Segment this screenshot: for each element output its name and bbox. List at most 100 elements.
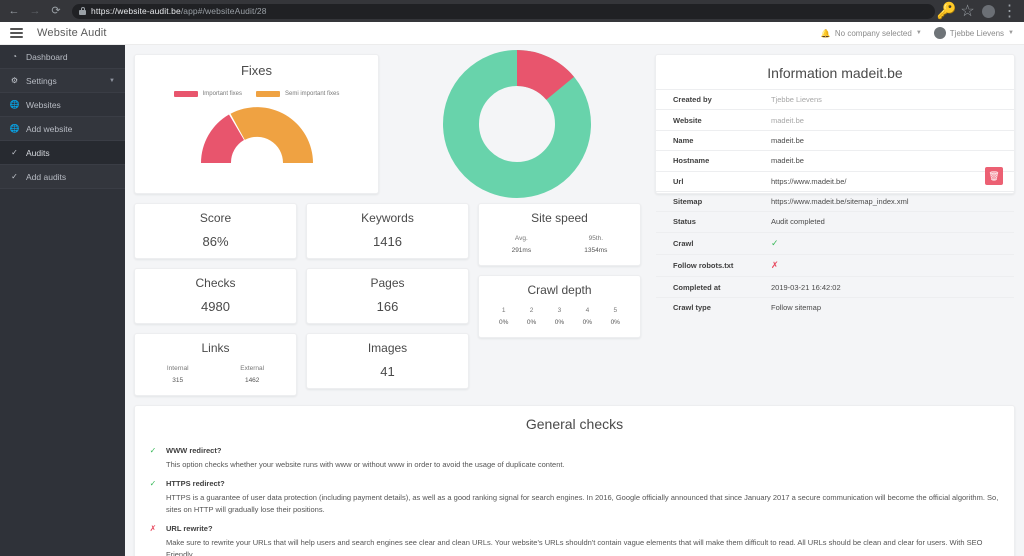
crawl-depth-level: 4 0%	[583, 307, 592, 326]
row-value: Audit completed	[771, 217, 825, 227]
check-item-https-redirect: ✓ HTTPS redirect? HTTPS is a guarantee o…	[149, 479, 1000, 516]
sidebar-item-add-audits[interactable]: ✓ Add audits	[0, 165, 125, 189]
score-value: 86%	[202, 234, 229, 249]
row-key: Status	[673, 217, 696, 227]
back-arrow-icon[interactable]: ←	[6, 3, 22, 19]
legend-item-important: Important fixes	[173, 91, 242, 97]
row-value: 2019-03-21 16:42:02	[771, 282, 841, 292]
general-checks-card: General checks ✓ WWW redirect? This opti…	[134, 405, 1015, 556]
row-value: ✓	[771, 232, 1014, 254]
top-row: Fixes Important fixes Semi important fix…	[134, 50, 1015, 312]
key-icon[interactable]: 🔑	[937, 3, 957, 20]
browser-actions: 🔑 ☆ ⋮	[937, 3, 1018, 20]
table-row: Created by Tjebbe Lievens	[656, 89, 1014, 110]
site-speed-p95-label: 95th.	[588, 235, 604, 242]
row-value[interactable]: https://www.madeit.be/sitemap_index.xml	[771, 191, 1014, 211]
row-value: madeit.be	[771, 156, 804, 166]
images-label: Images	[367, 341, 408, 355]
forward-arrow-icon[interactable]: →	[27, 3, 43, 19]
row-value[interactable]: https://www.madeit.be/	[771, 171, 1014, 191]
delete-audit-button[interactable]: 🗑	[985, 167, 1003, 185]
links-external-value: 1462	[244, 377, 260, 384]
star-icon[interactable]: ☆	[960, 3, 974, 20]
stats-column-middle: Keywords 1416 Pages 166 Images 41	[306, 203, 469, 396]
company-selector[interactable]: 🔔 No company selected ▼	[821, 29, 922, 38]
check-question: HTTPS redirect?	[166, 479, 225, 488]
gauge-segment-semi-important	[230, 107, 313, 163]
crawl-depth-level-value: 0%	[610, 319, 620, 326]
globe-icon: 🌐	[9, 100, 20, 109]
address-bar[interactable]: https://website-audit.be/app#/websiteAud…	[72, 3, 935, 19]
table-row: Name madeit.be	[656, 130, 1014, 150]
check-item-www-redirect: ✓ WWW redirect? This option checks wheth…	[149, 446, 1000, 471]
score-donut-card	[388, 50, 646, 198]
check-description: This option checks whether your website …	[166, 460, 565, 469]
chevron-down-icon: ▼	[1008, 30, 1014, 36]
page-title: Website Audit	[37, 27, 107, 39]
sidebar-item-label: Add audits	[26, 171, 67, 182]
sidebar-item-label: Settings	[26, 75, 57, 86]
sidebar-item-label: Websites	[26, 99, 61, 110]
crawl-depth-level: 2 0%	[527, 307, 536, 326]
chevron-down-icon: ▼	[915, 30, 922, 36]
crawl-depth-level-value: 0%	[499, 319, 509, 326]
site-speed-card: Site speed Avg. 291ms 95th. 1354ms	[478, 203, 641, 266]
keywords-label: Keywords	[361, 211, 414, 225]
sidebar-item-dashboard[interactable]: ◔ Dashboard	[0, 45, 125, 69]
pages-label: Pages	[370, 276, 405, 290]
crawl-depth-level-value: 0%	[582, 319, 593, 326]
lock-icon	[79, 7, 86, 15]
crawl-depth-level-label: 4	[585, 307, 590, 314]
crawl-depth-level: 1 0%	[499, 307, 508, 326]
row-key: Url	[673, 176, 684, 186]
hamburger-icon[interactable]	[10, 28, 23, 38]
links-external: External 1462	[240, 365, 264, 384]
site-speed-avg-label: Avg.	[514, 235, 528, 242]
crawl-depth-levels: 1 0% 2 0% 3 0% 4 0% 5 0%	[485, 307, 634, 326]
checks-card: Checks 4980	[134, 268, 297, 324]
row-key: Sitemap	[673, 197, 703, 207]
fixes-chart-card: Fixes Important fixes Semi important fix…	[134, 54, 379, 194]
row-value: madeit.be	[771, 135, 804, 145]
check-header: ✗ URL rewrite?	[149, 524, 1000, 534]
sidebar-item-add-website[interactable]: 🌐 Add website	[0, 117, 125, 141]
pages-value: 166	[376, 299, 399, 314]
crawl-depth-level: 5 0%	[611, 307, 620, 326]
app-header: Website Audit 🔔 No company selected ▼ Tj…	[0, 22, 1024, 45]
bell-icon: 🔔	[820, 28, 831, 38]
table-row: Completed at 2019-03-21 16:42:02	[656, 276, 1014, 297]
crawl-depth-level-value: 0%	[526, 319, 537, 326]
profile-avatar[interactable]	[982, 4, 995, 18]
main-content: Fixes Important fixes Semi important fix…	[125, 45, 1024, 556]
check-header: ✓ WWW redirect?	[149, 446, 1000, 456]
crawl-depth-card: Crawl depth 1 0% 2 0% 3 0% 4 0% 5 0%	[478, 275, 641, 338]
check-description: Make sure to rewrite your URLs that will…	[166, 538, 983, 556]
sidebar-item-audits[interactable]: ✓ Audits	[0, 141, 125, 165]
check-item-url-rewrite: ✗ URL rewrite? Make sure to rewrite your…	[149, 524, 1000, 556]
double-check-icon: ✓	[11, 148, 18, 157]
browser-toolbar: ← → ⟳ https://website-audit.be/app#/webs…	[0, 0, 1024, 22]
user-label: Tjebbe Lievens	[949, 28, 1005, 38]
stats-column-left: Score 86% Checks 4980 Links Internal 315	[134, 203, 297, 396]
user-menu[interactable]: Tjebbe Lievens ▼	[933, 27, 1014, 39]
crawl-depth-level-label: 1	[501, 307, 506, 314]
legend-swatch-important	[173, 91, 198, 97]
kebab-menu-icon[interactable]: ⋮	[1002, 3, 1018, 20]
check-description: HTTPS is a guarantee of user data protec…	[166, 493, 999, 514]
row-value[interactable]: madeit.be	[771, 110, 1014, 130]
stats-column-right: Site speed Avg. 291ms 95th. 1354ms Crawl…	[478, 203, 641, 396]
sidebar-item-websites[interactable]: 🌐 Websites	[0, 93, 125, 117]
score-donut-svg	[443, 50, 591, 198]
score-label: Score	[199, 211, 232, 225]
information-table: Created by Tjebbe Lievens Website madeit…	[656, 89, 1014, 317]
fixes-legend: Important fixes Semi important fixes	[135, 91, 378, 97]
crawl-depth-level-label: 2	[529, 307, 534, 314]
row-key: Created by	[673, 95, 712, 105]
reload-icon[interactable]: ⟳	[48, 3, 64, 19]
sidebar-item-label: Add website	[26, 123, 73, 134]
row-value: Follow sitemap	[771, 302, 822, 312]
row-key: Crawl	[673, 238, 694, 248]
sidebar-item-settings[interactable]: ⚙ Settings ▼	[0, 69, 125, 93]
general-checks-title: General checks	[525, 416, 624, 432]
company-label: No company selected	[834, 28, 912, 38]
